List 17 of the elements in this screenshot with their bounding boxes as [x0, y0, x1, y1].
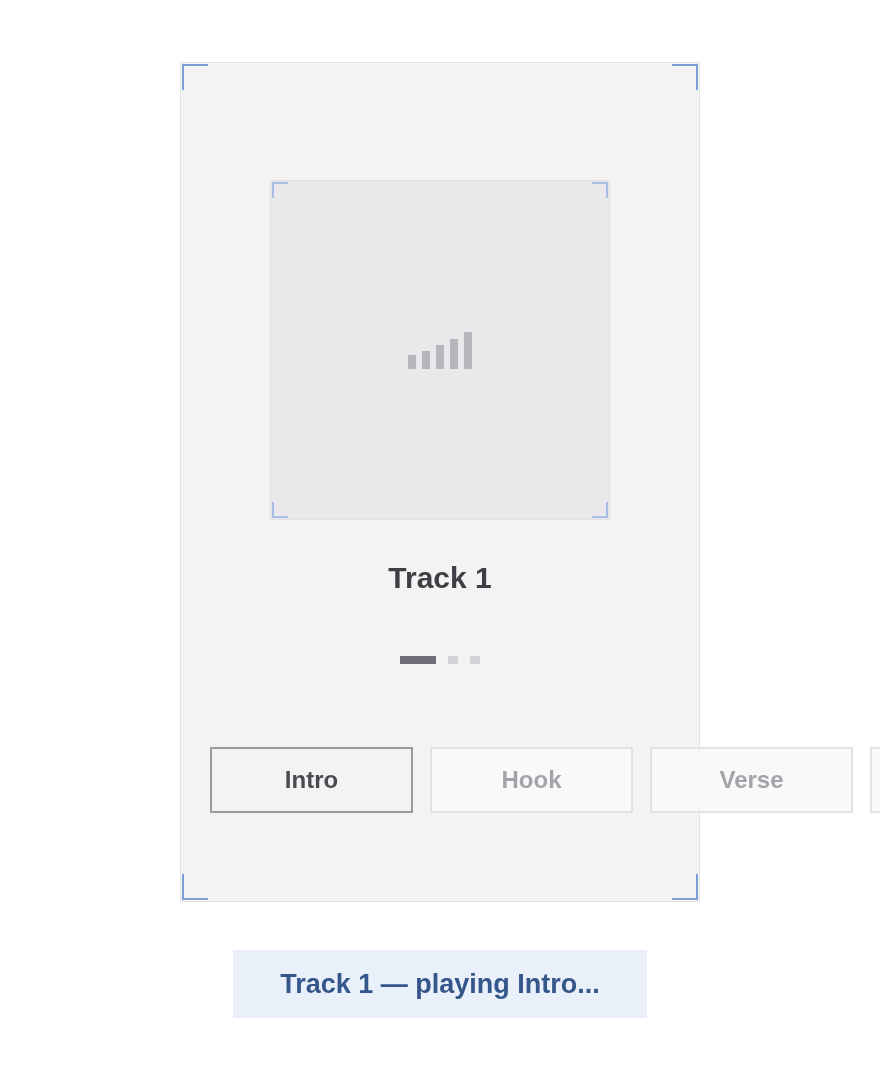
page-indicator[interactable] — [470, 656, 480, 664]
corner-mark — [672, 874, 698, 900]
track-title: Track 1 — [387, 560, 493, 596]
corner-mark — [182, 64, 208, 90]
section-button[interactable]: Intro — [210, 747, 413, 813]
signal-bars-icon — [407, 331, 473, 369]
page-indicator[interactable] — [400, 656, 436, 664]
corner-mark — [592, 502, 608, 518]
corner-mark — [592, 182, 608, 198]
corner-mark — [182, 874, 208, 900]
section-button[interactable]: Verse — [650, 747, 853, 813]
status-message: Track 1 — playing Intro... — [233, 950, 647, 1018]
page-indicator[interactable] — [448, 656, 458, 664]
corner-mark — [272, 502, 288, 518]
corner-mark — [672, 64, 698, 90]
section-button[interactable]: Hook — [430, 747, 633, 813]
corner-mark — [272, 182, 288, 198]
